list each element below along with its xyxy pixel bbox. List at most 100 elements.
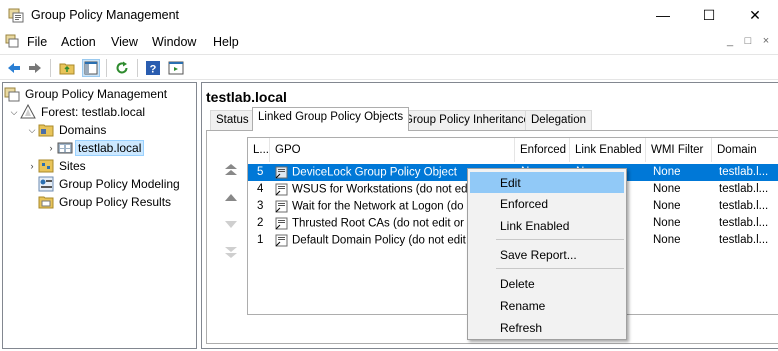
tab-linked-gpos[interactable]: Linked Group Policy Objects <box>252 107 410 131</box>
menubar-app-icon <box>5 34 19 51</box>
move-down-icon[interactable] <box>222 215 240 233</box>
chevron-down-icon[interactable]: ⌵ <box>26 125 38 136</box>
close-icon: ✕ <box>749 6 761 23</box>
tab-status[interactable]: Status <box>210 110 255 130</box>
wmi-filter-cell: None <box>653 166 681 178</box>
minimize-icon: — <box>656 7 670 23</box>
chevron-down-icon[interactable]: ⌵ <box>8 107 20 118</box>
up-folder-icon[interactable] <box>58 59 76 77</box>
mdi-minimize-button[interactable]: _ <box>722 33 738 49</box>
svg-text:?: ? <box>150 64 157 76</box>
tab-delegation[interactable]: Delegation <box>525 110 592 130</box>
mdi-restore-button[interactable]: □ <box>740 33 756 49</box>
link-order-cell: 2 <box>257 217 264 229</box>
gpo-link-icon <box>275 166 288 179</box>
group-policy-icon <box>4 86 20 102</box>
context-menu: Edit Enforced Link Enabled Save Report..… <box>467 168 627 340</box>
group-policy-app-icon <box>8 7 24 23</box>
minimize-button[interactable]: — <box>640 0 686 30</box>
gpo-cell: Wait for the Network at Logon (do no <box>275 200 480 213</box>
tree-node-testlab-local[interactable]: › testlab.local <box>45 139 145 157</box>
tree-node-root[interactable]: Group Policy Management <box>4 85 169 103</box>
context-menu-enforced[interactable]: Enforced <box>470 193 624 214</box>
wmi-filter-cell: None <box>653 234 681 246</box>
context-menu-save-report[interactable]: Save Report... <box>470 244 624 265</box>
column-header-gpo[interactable]: GPO <box>270 138 515 162</box>
move-to-top-icon[interactable] <box>222 161 240 179</box>
properties-pane-icon[interactable] <box>167 59 185 77</box>
domain-cell: testlab.l... <box>719 234 769 246</box>
tree-label: Forest: testlab.local <box>41 105 146 119</box>
menu-file[interactable]: File <box>27 35 47 49</box>
gpo-link-icon <box>275 200 288 213</box>
context-menu-edit[interactable]: Edit <box>470 172 624 193</box>
column-header-domain[interactable]: Domain <box>712 138 778 162</box>
gpo-cell: Thrusted Root CAs (do not edit or de <box>275 217 480 230</box>
column-header-link-enabled[interactable]: Link Enabled <box>570 138 646 162</box>
gpo-link-icon <box>275 217 288 230</box>
tab-gp-inheritance[interactable]: Group Policy Inheritance <box>398 110 536 130</box>
tree-node-forest[interactable]: ⌵ Forest: testlab.local <box>8 103 147 121</box>
chevron-right-icon[interactable]: › <box>45 143 57 153</box>
gpo-name: WSUS for Workstations (do not edit <box>292 183 474 196</box>
menu-view[interactable]: View <box>111 35 138 49</box>
tree-node-results[interactable]: Group Policy Results <box>38 193 173 211</box>
menu-window[interactable]: Window <box>152 35 196 49</box>
wmi-filter-cell: None <box>653 217 681 229</box>
tree-node-modeling[interactable]: Group Policy Modeling <box>38 175 182 193</box>
context-menu-rename[interactable]: Rename <box>470 295 624 316</box>
move-to-bottom-icon[interactable] <box>222 243 240 261</box>
page-title: testlab.local <box>206 89 287 105</box>
context-menu-refresh[interactable]: Refresh <box>470 317 624 338</box>
tree-label: Group Policy Modeling <box>59 177 180 191</box>
link-order-cell: 3 <box>257 200 264 212</box>
gpo-link-icon <box>275 234 288 247</box>
gpo-cell: Default Domain Policy (do not edit or <box>275 234 479 247</box>
tree-label: Group Policy Management <box>25 87 168 101</box>
link-order-cell: 1 <box>257 234 264 246</box>
tree-label: Sites <box>59 159 86 173</box>
mdi-close-button[interactable]: × <box>758 33 774 49</box>
gpo-name: Wait for the Network at Logon (do no <box>292 200 480 213</box>
gpo-cell: WSUS for Workstations (do not edit <box>275 183 473 196</box>
gpo-name: Thrusted Root CAs (do not edit or de <box>292 217 480 230</box>
maximize-icon: ☐ <box>702 6 716 23</box>
wmi-filter-cell: None <box>653 183 681 195</box>
link-order-cell: 5 <box>257 166 264 178</box>
title-bar: Group Policy Management — ☐ ✕ <box>0 0 778 30</box>
console-tree[interactable]: Group Policy Management ⌵ Forest: testla… <box>2 82 197 349</box>
gpo-link-icon <box>275 183 288 196</box>
tree-node-domains[interactable]: ⌵ Domains <box>26 121 108 139</box>
window-title: Group Policy Management <box>31 8 179 22</box>
column-header-link-order[interactable]: L... <box>248 138 270 162</box>
gpo-name: Default Domain Policy (do not edit or <box>292 234 480 247</box>
column-header-wmi-filter[interactable]: WMI Filter <box>646 138 712 162</box>
context-menu-delete[interactable]: Delete <box>470 273 624 294</box>
help-icon[interactable]: ? <box>144 59 162 77</box>
domain-cell: testlab.l... <box>719 183 769 195</box>
domain-cell: testlab.l... <box>719 166 769 178</box>
results-icon <box>38 194 54 210</box>
domain-cell: testlab.l... <box>719 217 769 229</box>
close-button[interactable]: ✕ <box>732 0 778 30</box>
column-header-enforced[interactable]: Enforced <box>515 138 570 162</box>
tree-label: Group Policy Results <box>59 195 172 209</box>
toolbar-separator <box>106 59 107 77</box>
folder-icon <box>38 122 54 138</box>
gpo-cell: DeviceLock Group Policy Object <box>275 166 457 179</box>
menu-help[interactable]: Help <box>213 35 239 49</box>
gpo-name: DeviceLock Group Policy Object <box>292 166 457 179</box>
move-up-icon[interactable] <box>222 189 240 207</box>
context-menu-link-enabled[interactable]: Link Enabled <box>470 215 624 236</box>
show-hide-tree-icon[interactable] <box>82 59 100 77</box>
forward-icon[interactable] <box>26 59 44 77</box>
forest-icon <box>20 104 36 120</box>
back-icon[interactable] <box>5 59 23 77</box>
toolbar: ? <box>0 54 778 80</box>
menu-action[interactable]: Action <box>61 35 96 49</box>
tree-node-sites[interactable]: › Sites <box>26 157 88 175</box>
maximize-button[interactable]: ☐ <box>686 0 732 30</box>
refresh-icon[interactable] <box>113 59 131 77</box>
chevron-right-icon[interactable]: › <box>26 161 38 171</box>
tree-label: testlab.local <box>74 140 145 156</box>
